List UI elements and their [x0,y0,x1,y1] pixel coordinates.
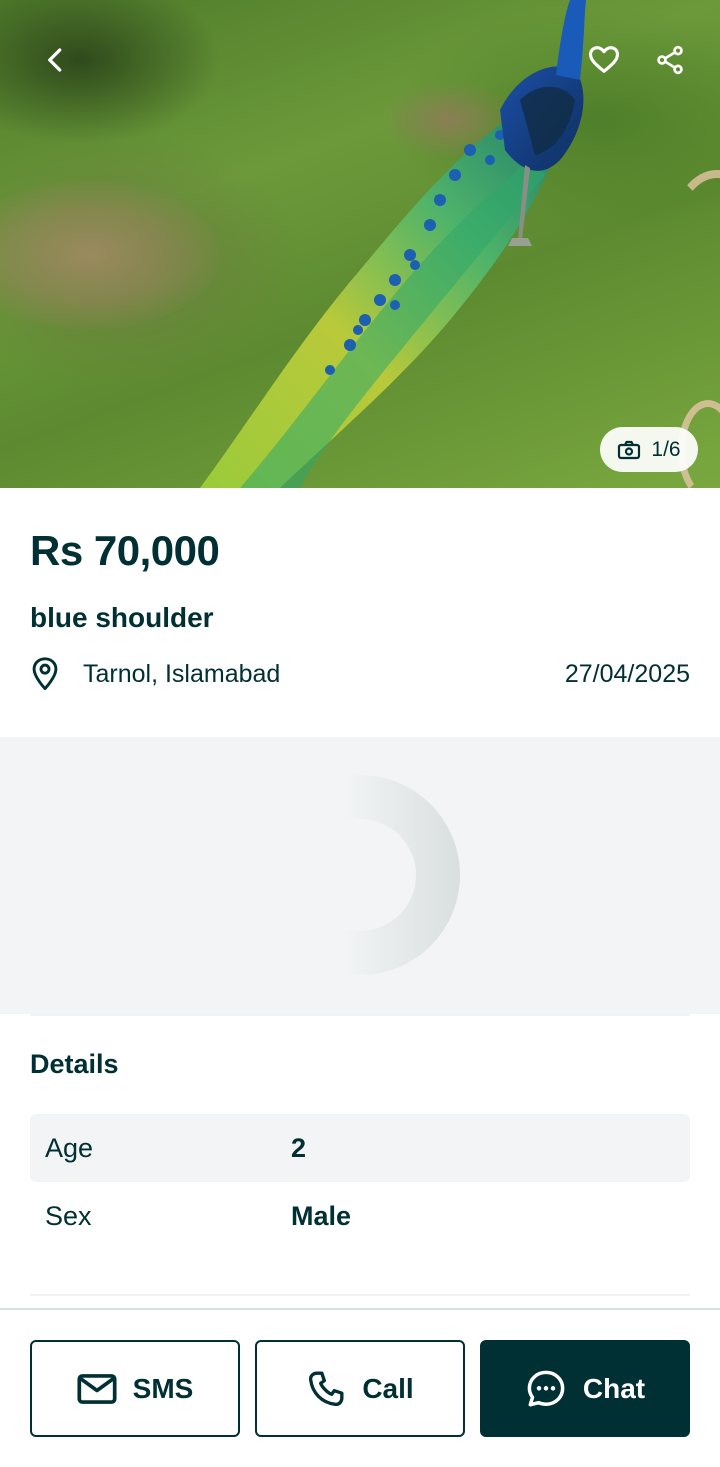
listing-photo[interactable]: 1/6 [0,0,720,488]
detail-row-sex: Sex Male [30,1182,690,1250]
mail-icon [77,1373,117,1404]
camera-icon [618,440,641,459]
chat-button[interactable]: Chat [480,1340,690,1437]
phone-icon [309,1371,344,1406]
listing-price: Rs 70,000 [30,527,220,574]
call-button[interactable]: Call [255,1340,465,1437]
share-icon [657,45,683,75]
chat-bubble-icon [527,1370,565,1406]
detail-key: Age [45,1132,94,1163]
details-heading: Details [30,1049,119,1079]
chat-button-label: Chat [582,1372,646,1404]
location-pin-icon [30,655,68,693]
back-button[interactable] [32,36,80,84]
heart-icon [588,46,620,73]
detail-value: 2 [291,1132,307,1163]
section-divider [30,1014,690,1016]
detail-key: Sex [45,1200,92,1231]
photo-counter: 1/6 [600,427,698,472]
listing-location[interactable]: Tarnol, Islamabad [83,660,280,689]
detail-value: Male [291,1200,352,1231]
photo-counter-text: 1/6 [651,437,681,461]
favorite-button[interactable] [580,36,628,84]
sms-button-label: SMS [132,1372,194,1404]
call-button-label: Call [362,1372,414,1404]
detail-row-age: Age 2 [30,1114,690,1182]
section-divider [30,1294,690,1296]
location-row: Tarnol, Islamabad 27/04/2025 [30,654,690,694]
loading-spinner-icon [304,775,460,975]
listing-date: 27/04/2025 [564,659,690,688]
sms-button[interactable]: SMS [30,1340,240,1437]
chevron-left-icon [48,48,62,72]
listing-title: blue shoulder [30,602,214,633]
share-button[interactable] [646,36,694,84]
